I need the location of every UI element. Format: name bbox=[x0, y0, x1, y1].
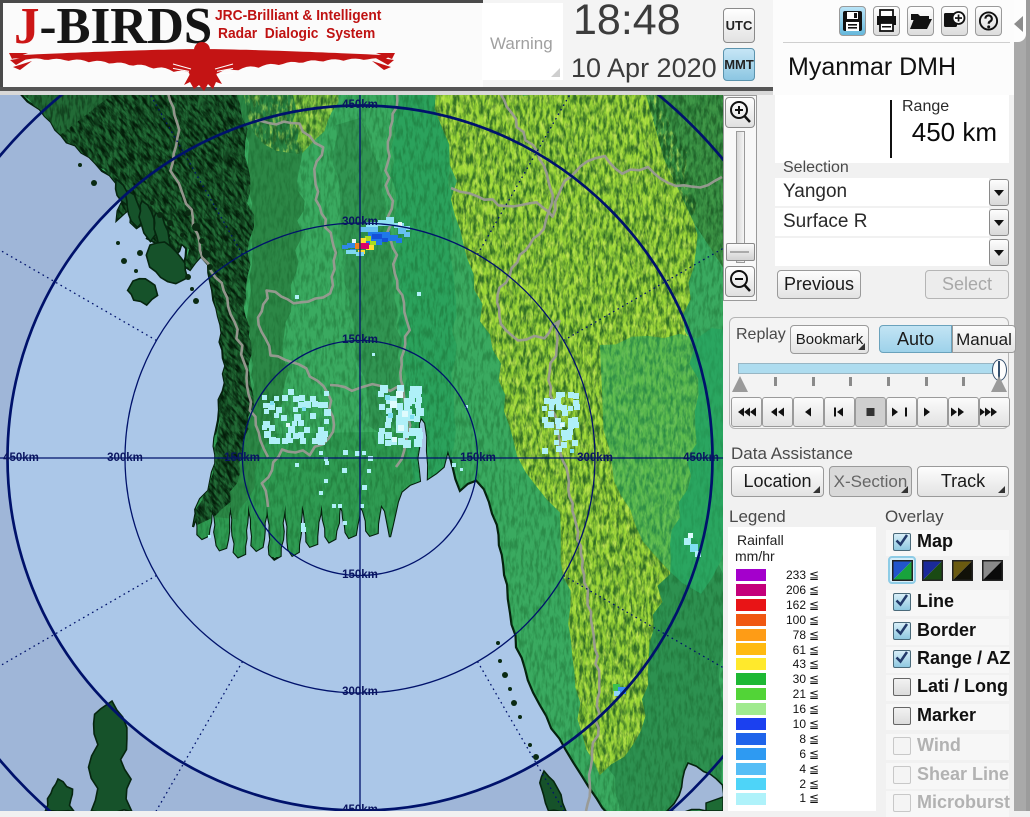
svg-text:300km: 300km bbox=[342, 216, 378, 228]
svg-text:300km: 300km bbox=[107, 452, 143, 464]
svg-text:450km: 450km bbox=[683, 452, 719, 464]
svg-text:450km: 450km bbox=[3, 452, 39, 464]
svg-text:150km: 150km bbox=[224, 452, 260, 464]
svg-text:150km: 150km bbox=[460, 452, 496, 464]
svg-text:300km: 300km bbox=[342, 686, 378, 698]
svg-text:150km: 150km bbox=[342, 334, 378, 346]
svg-text:450km: 450km bbox=[342, 804, 378, 811]
svg-text:150km: 150km bbox=[342, 569, 378, 581]
svg-text:300km: 300km bbox=[577, 452, 613, 464]
